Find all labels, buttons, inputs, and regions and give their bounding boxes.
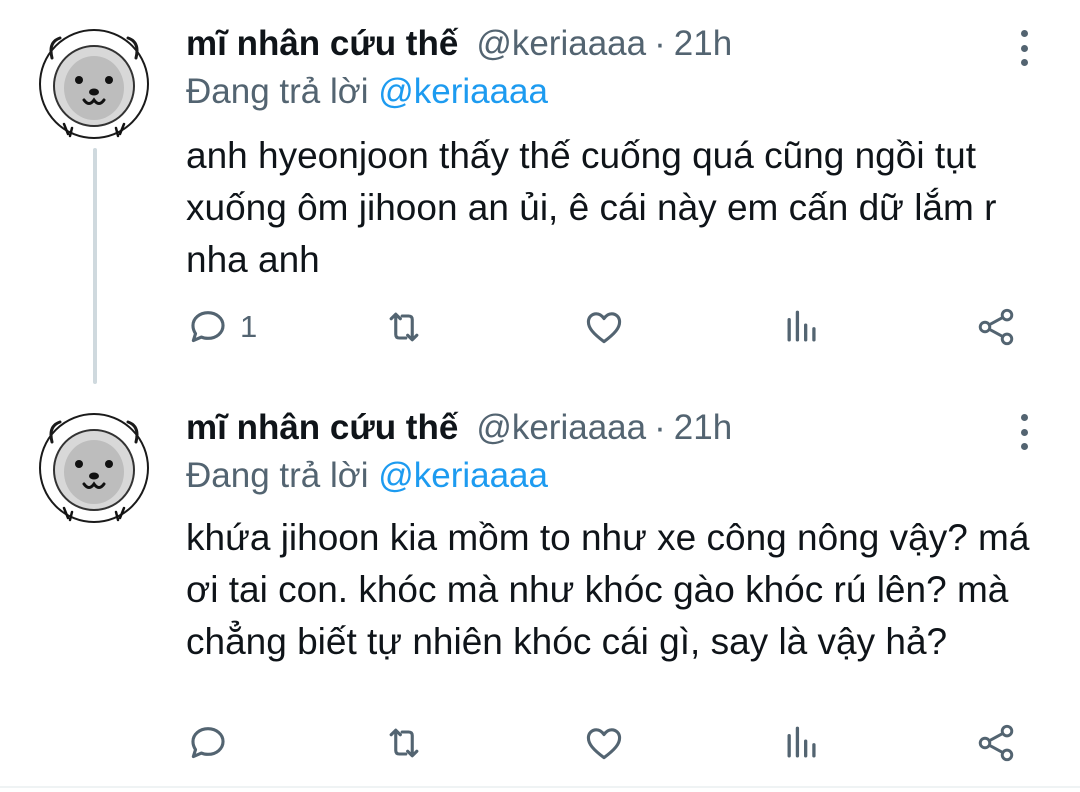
- tweet-text: khứa jihoon kia mồm to như xe công nông …: [186, 517, 1030, 662]
- retweet-button[interactable]: [382, 302, 426, 352]
- more-options-icon[interactable]: [1014, 30, 1034, 66]
- reply-button[interactable]: 1: [186, 302, 257, 352]
- tweet-actions: 1: [186, 302, 1026, 352]
- timestamp[interactable]: 21h: [674, 24, 732, 64]
- timestamp[interactable]: 21h: [674, 408, 732, 448]
- share-icon: [978, 724, 1014, 762]
- thread-line: [93, 148, 97, 384]
- reply-icon: [191, 727, 225, 759]
- share-button[interactable]: [974, 302, 1018, 352]
- retweet-button[interactable]: [382, 718, 426, 768]
- heart-icon: [586, 728, 622, 760]
- separator-dot: ·: [654, 408, 666, 447]
- tweet-header: mĩ nhân cứu thế @keriaaaa · 21h: [186, 408, 732, 452]
- views-icon: [787, 310, 816, 342]
- reply-icon: [191, 311, 225, 343]
- display-name[interactable]: mĩ nhân cứu thế: [186, 408, 458, 448]
- like-button[interactable]: [582, 302, 626, 352]
- tweet[interactable]: mĩ nhân cứu thế @keriaaaa · 21h Đang trả…: [0, 0, 1080, 384]
- views-icon: [787, 726, 816, 758]
- divider: [0, 786, 1080, 788]
- handle[interactable]: @keriaaaa: [476, 24, 646, 64]
- replying-to-label: Đang trả lời: [186, 72, 369, 111]
- avatar[interactable]: [38, 28, 150, 140]
- replying-to-label: Đang trả lời: [186, 456, 369, 495]
- more-options-icon[interactable]: [1014, 414, 1034, 450]
- retweet-icon: [389, 728, 419, 758]
- views-button[interactable]: [780, 302, 824, 352]
- replying-to-mention[interactable]: @keriaaaa: [378, 72, 548, 111]
- tweet-text: anh hyeonjoon thấy thế cuống quá cũng ng…: [186, 135, 997, 280]
- separator-dot: ·: [654, 24, 666, 63]
- replying-to: Đang trả lời @keriaaaa: [186, 456, 548, 496]
- handle[interactable]: @keriaaaa: [476, 408, 646, 448]
- replying-to-mention[interactable]: @keriaaaa: [378, 456, 548, 495]
- views-button[interactable]: [780, 718, 824, 768]
- reply-count: 1: [240, 309, 258, 344]
- replying-to: Đang trả lời @keriaaaa: [186, 72, 548, 112]
- share-button[interactable]: [974, 718, 1018, 768]
- like-button[interactable]: [582, 718, 626, 768]
- tweet-actions: [186, 718, 1026, 768]
- tweet[interactable]: mĩ nhân cứu thế @keriaaaa · 21h Đang trả…: [0, 384, 1080, 788]
- tweet-header: mĩ nhân cứu thế @keriaaaa · 21h: [186, 24, 732, 68]
- reply-button[interactable]: [186, 718, 240, 768]
- share-icon: [978, 308, 1014, 346]
- heart-icon: [586, 312, 622, 344]
- avatar[interactable]: [38, 412, 150, 524]
- retweet-icon: [389, 312, 419, 342]
- display-name[interactable]: mĩ nhân cứu thế: [186, 24, 458, 64]
